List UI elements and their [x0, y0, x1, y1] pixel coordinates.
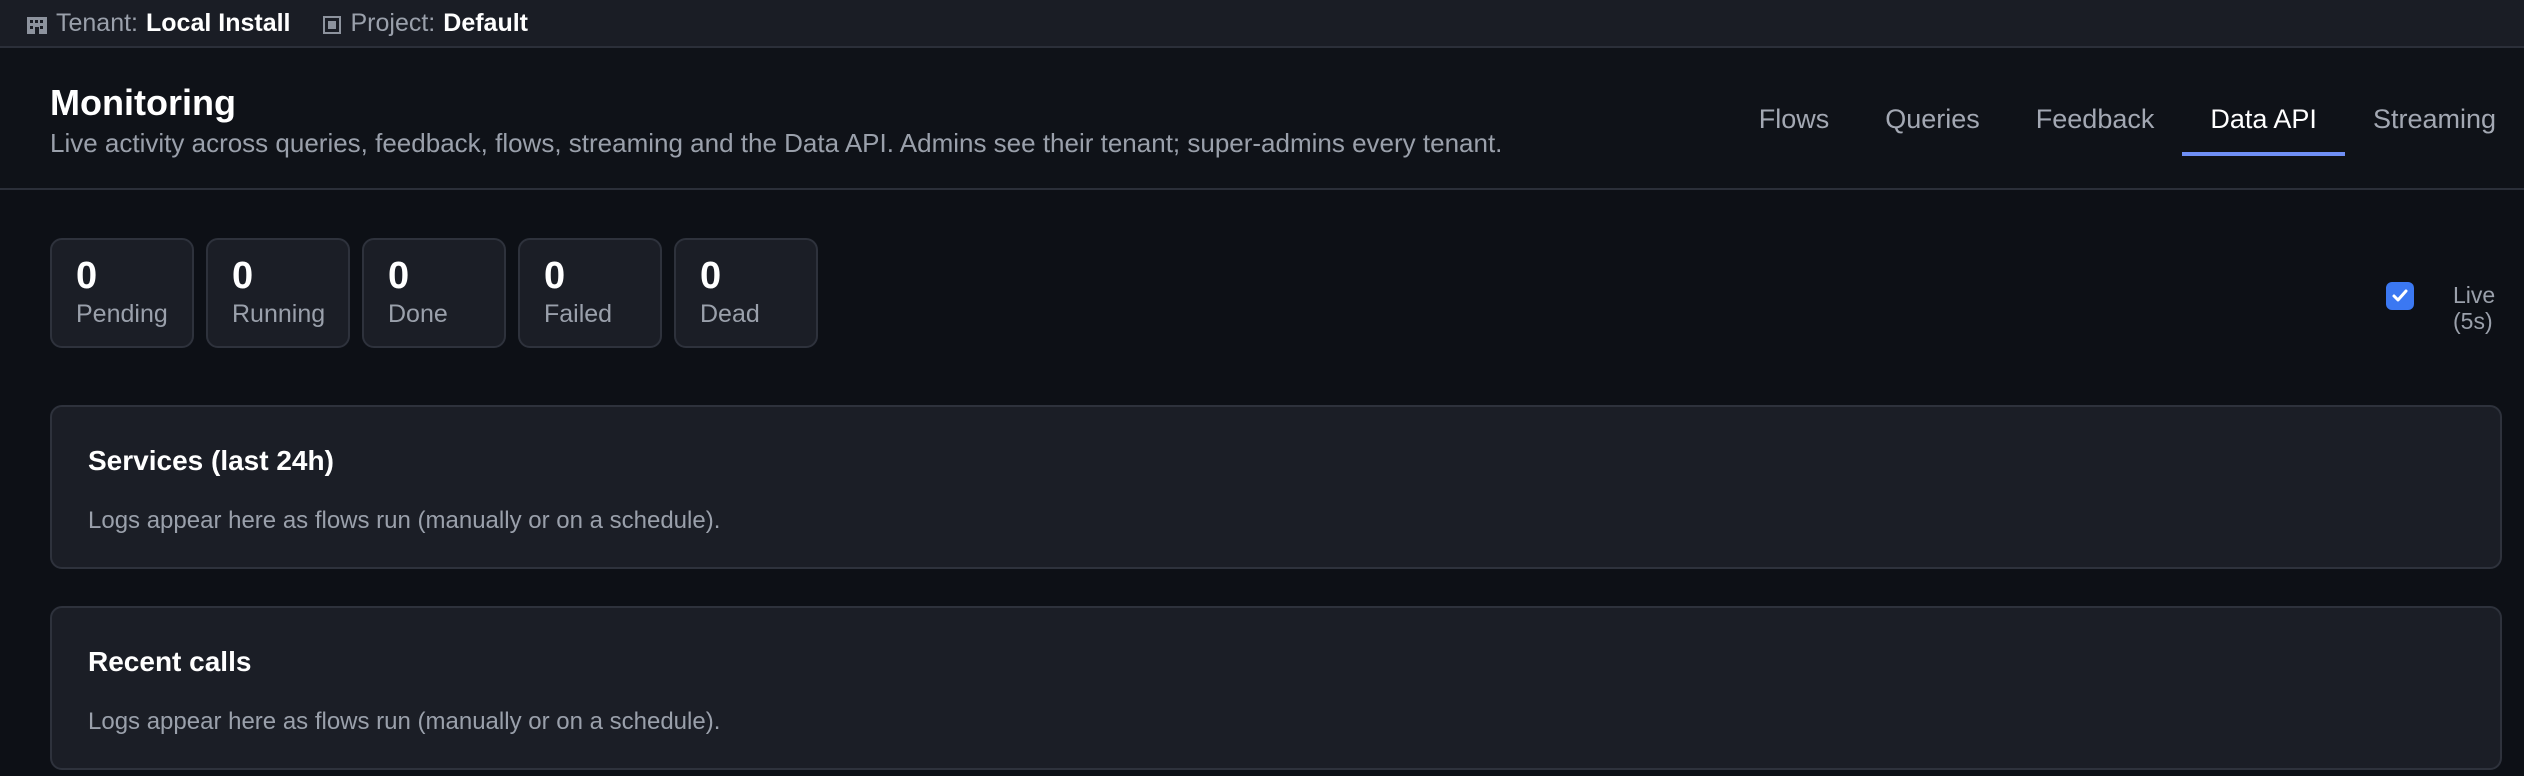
- tab-queries[interactable]: Queries: [1857, 48, 2008, 190]
- stat-value: 0: [700, 255, 722, 297]
- building-icon: [26, 13, 48, 34]
- tenant-value: Local Install: [146, 8, 291, 37]
- checkmark-icon: [2392, 289, 2408, 302]
- page-title: Monitoring: [50, 82, 236, 123]
- panel-title: Services (last 24h): [88, 445, 334, 476]
- tab-feedback[interactable]: Feedback: [2008, 48, 2183, 190]
- project-label: Project:: [350, 8, 436, 37]
- stat-failed: 0 Failed: [518, 238, 662, 348]
- context-bar: Tenant: Local Install Project: Default: [0, 0, 2524, 48]
- tab-streaming[interactable]: Streaming: [2345, 48, 2524, 190]
- live-refresh-toggle[interactable]: [2386, 282, 2414, 310]
- live-label-line1: Live: [2453, 282, 2496, 308]
- stat-value: 0: [76, 255, 98, 297]
- panel-title: Recent calls: [88, 646, 252, 677]
- live-checkbox[interactable]: [2386, 282, 2414, 310]
- stat-label: Running: [232, 300, 326, 328]
- stat-label: Pending: [76, 300, 168, 328]
- project-value: Default: [443, 8, 528, 37]
- page-header: Monitoring Live activity across queries,…: [0, 48, 2524, 190]
- project-indicator[interactable]: Project: Default: [321, 8, 528, 38]
- square-icon: [321, 13, 343, 34]
- tab-bar: Flows Queries Feedback Data API Streamin…: [1731, 48, 2524, 190]
- page-subtitle: Live activity across queries, feedback, …: [50, 128, 1503, 158]
- stat-dead: 0 Dead: [674, 238, 818, 348]
- tab-flows[interactable]: Flows: [1731, 48, 1858, 190]
- stat-running: 0 Running: [206, 238, 350, 348]
- stat-label: Dead: [700, 300, 760, 328]
- stat-value: 0: [232, 255, 254, 297]
- panel-empty-text: Logs appear here as flows run (manually …: [88, 507, 721, 534]
- recent-calls-panel: Recent calls Logs appear here as flows r…: [50, 606, 2502, 770]
- panel-empty-text: Logs appear here as flows run (manually …: [88, 708, 721, 735]
- stat-value: 0: [544, 255, 566, 297]
- services-panel: Services (last 24h) Logs appear here as …: [50, 405, 2502, 569]
- stat-label: Done: [388, 300, 448, 328]
- tenant-indicator[interactable]: Tenant: Local Install: [26, 9, 291, 38]
- tab-data-api[interactable]: Data API: [2182, 48, 2345, 190]
- stat-done: 0 Done: [362, 238, 506, 348]
- live-label-line2: (5s): [2453, 308, 2493, 334]
- live-refresh-label[interactable]: Live (5s): [2453, 282, 2495, 334]
- stat-label: Failed: [544, 300, 613, 328]
- tenant-label: Tenant:: [56, 8, 139, 37]
- stat-pending: 0 Pending: [50, 238, 194, 348]
- status-counters: 0 Pending 0 Running 0 Done 0 Failed 0 De…: [50, 238, 830, 348]
- stat-value: 0: [388, 255, 410, 297]
